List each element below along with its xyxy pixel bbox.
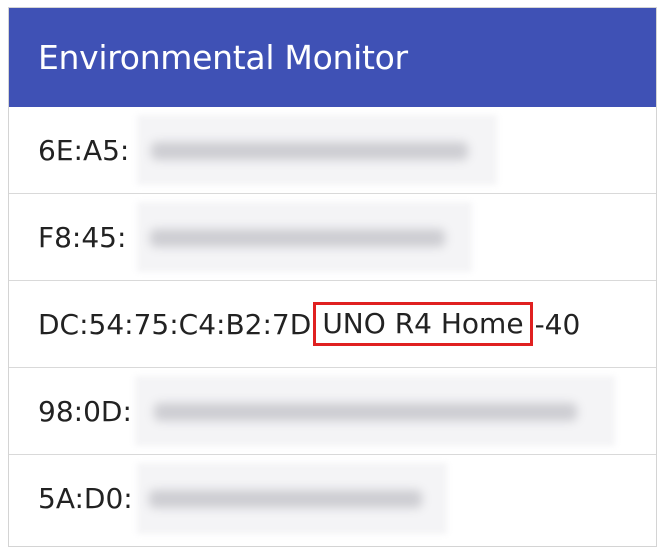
device-list-item-uno-r4-home[interactable]: DC:54:75:C4:B2:7D UNO R4 Home -40	[9, 281, 656, 368]
redacted-region	[137, 202, 472, 272]
app-title: Environmental Monitor	[38, 38, 408, 77]
device-list-item[interactable]: 98:0D:	[9, 368, 656, 455]
device-name-highlighted: UNO R4 Home	[313, 301, 533, 347]
redacted-region	[137, 115, 497, 185]
device-address: F8:45:	[38, 220, 127, 254]
device-list-item[interactable]: 6E:A5:	[9, 107, 656, 194]
device-address: DC:54:75:C4:B2:7D	[38, 307, 312, 341]
redacted-region	[135, 376, 615, 446]
device-rssi: -40	[534, 307, 581, 341]
device-address: 98:0D:	[38, 394, 132, 428]
device-address: 5A:D0:	[38, 482, 133, 515]
device-list-item[interactable]: F8:45:	[9, 194, 656, 281]
device-list-item[interactable]: 5A:D0:	[9, 455, 656, 542]
app-bar: Environmental Monitor	[9, 8, 656, 107]
device-list[interactable]: 6E:A5: F8:45: DC:54:75:C4:B2:7D UNO R4 H…	[9, 107, 656, 542]
redacted-region	[137, 463, 447, 534]
app-window: Environmental Monitor 6E:A5: F8:45: DC:5…	[8, 7, 657, 547]
device-address: 6E:A5:	[38, 133, 130, 167]
